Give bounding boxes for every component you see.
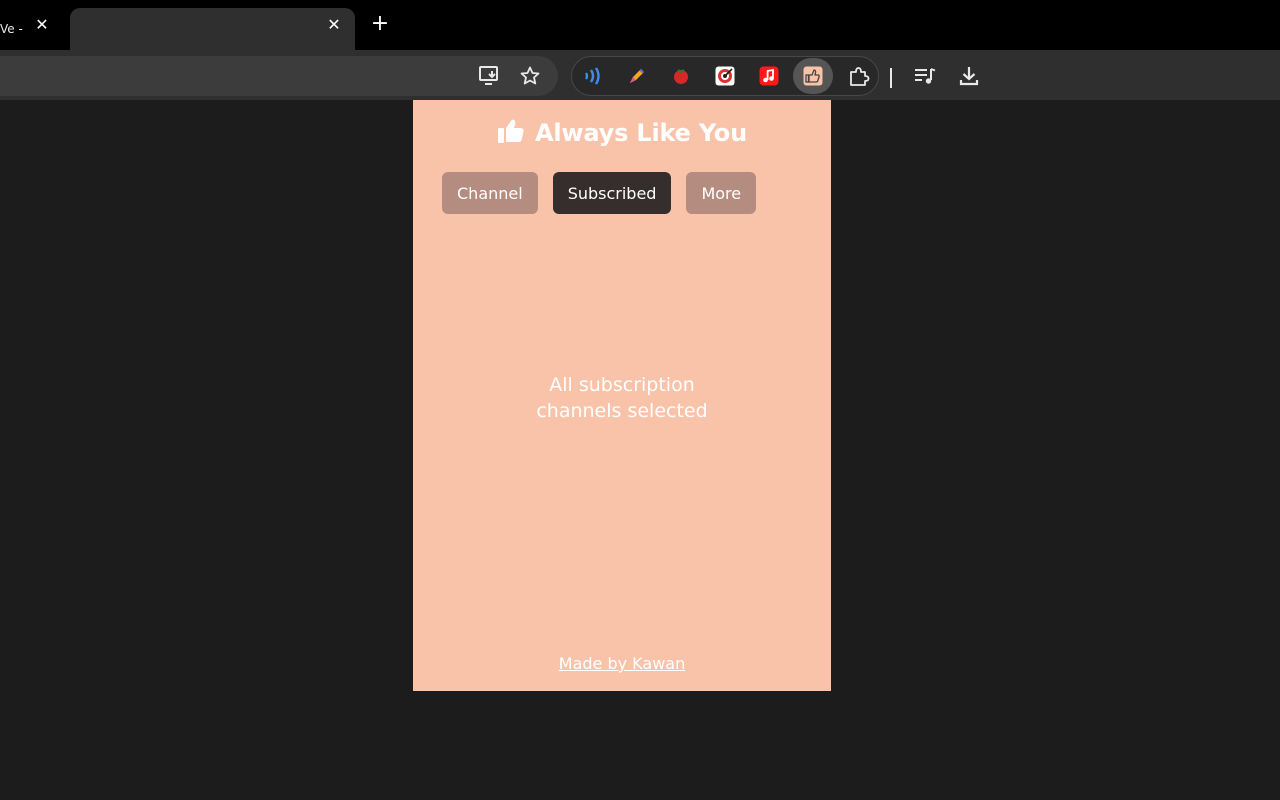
download-icon[interactable] <box>954 61 984 91</box>
tab-title: Ve - <box>0 22 23 36</box>
popup-tabs: Channel Subscribed More <box>442 172 757 214</box>
popup-title-row: Always Like You <box>413 117 831 149</box>
status-message: All subscription channels selected <box>413 372 831 424</box>
status-line-1: All subscription <box>549 374 695 396</box>
tab-close-icon[interactable]: ✕ <box>325 16 343 34</box>
extensions-puzzle-icon[interactable] <box>845 62 873 90</box>
always-like-you-extension-icon[interactable] <box>793 58 833 94</box>
tab-channel[interactable]: Channel <box>442 172 538 214</box>
tab-more[interactable]: More <box>686 172 757 214</box>
music-extension-icon[interactable] <box>755 62 783 90</box>
browser-tab-active[interactable]: ✕ <box>70 8 355 50</box>
wave-extension-icon[interactable] <box>579 62 607 90</box>
install-app-icon[interactable] <box>475 61 505 91</box>
status-line-2: channels selected <box>536 400 708 422</box>
tomato-extension-icon[interactable] <box>667 62 695 90</box>
extensions-group <box>571 56 879 96</box>
popup-title: Always Like You <box>535 119 747 147</box>
tab-subscribed[interactable]: Subscribed <box>552 172 672 214</box>
new-tab-button[interactable]: + <box>369 13 391 35</box>
browser-tab-previous[interactable]: Ve - ✕ <box>0 8 60 50</box>
pen-extension-icon[interactable] <box>623 62 651 90</box>
browser-toolbar <box>0 50 1280 100</box>
media-controls-icon[interactable] <box>910 61 940 91</box>
tab-strip: Ve - ✕ ✕ + <box>0 0 1280 50</box>
tab-close-icon[interactable]: ✕ <box>33 16 51 34</box>
bookmark-star-icon[interactable] <box>515 61 545 91</box>
toolbar-separator <box>890 68 892 88</box>
target-extension-icon[interactable] <box>711 62 739 90</box>
made-by-link[interactable]: Made by Kawan <box>413 654 831 673</box>
extension-popup: Always Like You Channel Subscribed More … <box>413 100 831 691</box>
thumbs-up-icon <box>497 118 525 148</box>
